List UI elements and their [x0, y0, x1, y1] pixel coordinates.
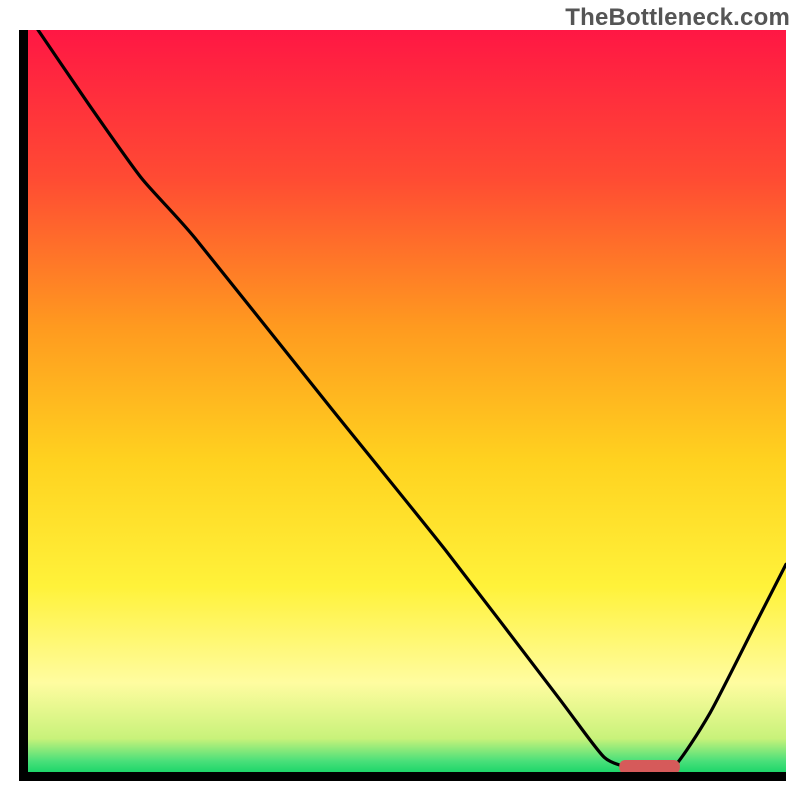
plot-area: [28, 15, 786, 774]
chart-stage: TheBottleneck.com: [0, 0, 800, 800]
watermark-text: TheBottleneck.com: [565, 4, 790, 32]
optimal-marker: [619, 760, 680, 774]
gradient-background: [28, 30, 786, 772]
chart-svg: [0, 0, 800, 800]
